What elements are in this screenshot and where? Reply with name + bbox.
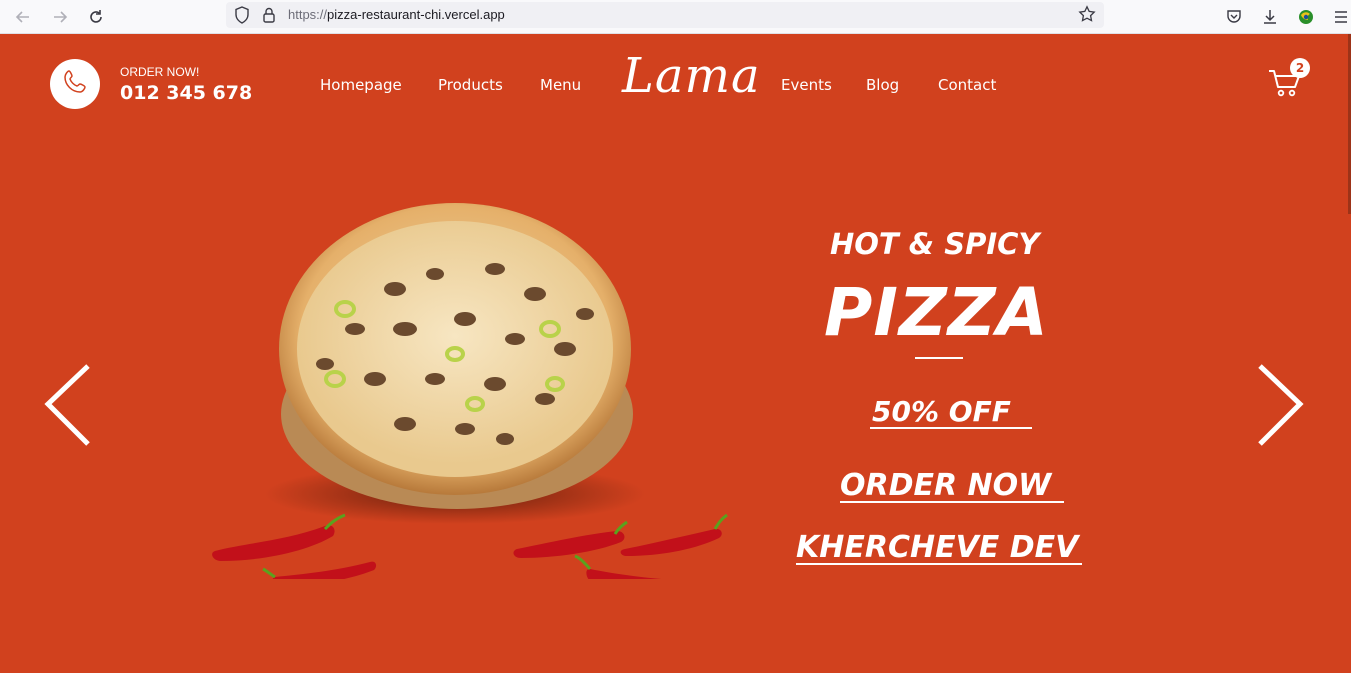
star-icon[interactable] — [1078, 5, 1096, 27]
phone-button[interactable] — [50, 59, 100, 109]
offer-text: 50% OFF — [872, 395, 1011, 428]
pizza-image — [205, 199, 745, 593]
lock-icon[interactable] — [262, 6, 276, 28]
cart-count-badge: 2 — [1290, 58, 1310, 78]
order-now-label: ORDER NOW! — [120, 65, 200, 79]
hero-title: PIZZA — [824, 274, 1049, 351]
url-scheme: https:// — [288, 7, 328, 22]
author-underline — [796, 563, 1082, 565]
url-text[interactable]: https://pizza-restaurant-chi.vercel.app — [288, 7, 505, 22]
nav-contact[interactable]: Contact — [938, 76, 996, 94]
browser-toolbar: https://pizza-restaurant-chi.vercel.app — [0, 0, 1351, 34]
nav-homepage[interactable]: Homepage — [320, 76, 402, 94]
pocket-icon[interactable] — [1221, 4, 1247, 30]
nav-menu[interactable]: Menu — [540, 76, 581, 94]
phone-number[interactable]: 012 345 678 — [120, 82, 252, 104]
hero-page: ORDER NOW! 012 345 678 Homepage Products… — [0, 34, 1351, 673]
forward-icon[interactable] — [47, 4, 73, 30]
download-icon[interactable] — [1257, 4, 1283, 30]
extension-icon[interactable] — [1293, 4, 1319, 30]
url-host: pizza-restaurant-chi.vercel.app — [327, 7, 505, 22]
menu-icon[interactable] — [1328, 4, 1351, 30]
shield-icon[interactable] — [234, 6, 250, 28]
reload-icon[interactable] — [83, 4, 109, 30]
slider-next-arrow[interactable] — [1256, 364, 1306, 448]
offer-underline — [870, 427, 1032, 429]
slider-prev-arrow[interactable] — [44, 364, 94, 448]
nav-products[interactable]: Products — [438, 76, 503, 94]
nav-blog[interactable]: Blog — [866, 76, 899, 94]
logo[interactable]: Lama — [622, 48, 761, 104]
author-link[interactable]: KHERCHEVE DEV — [796, 530, 1078, 565]
url-bar[interactable]: https://pizza-restaurant-chi.vercel.app — [226, 2, 1104, 28]
title-divider — [915, 357, 963, 359]
hero-subtitle: HOT & SPICY — [830, 227, 1040, 261]
back-icon[interactable] — [10, 4, 36, 30]
order-now-button[interactable]: ORDER NOW — [840, 468, 1051, 503]
order-now-underline — [840, 501, 1064, 503]
nav-events[interactable]: Events — [781, 76, 832, 94]
phone-icon — [61, 68, 89, 100]
